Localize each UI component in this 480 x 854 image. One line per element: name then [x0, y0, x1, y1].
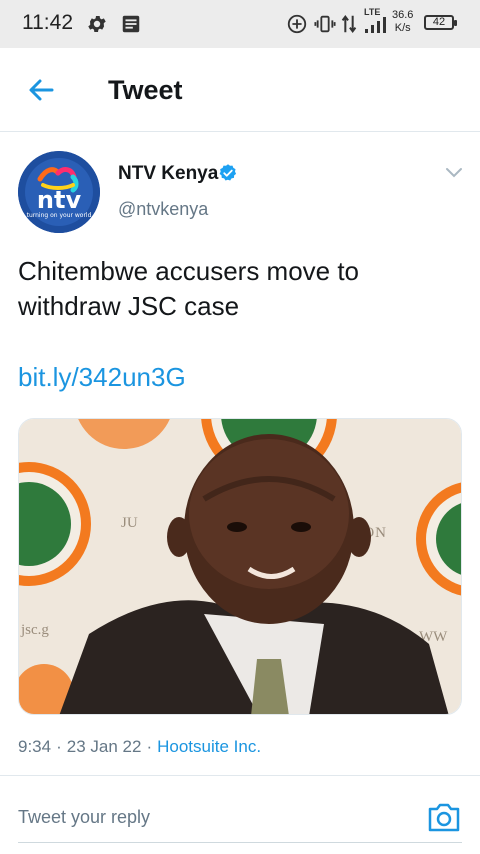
- battery-icon: 42: [424, 15, 457, 30]
- top-app-bar: Tweet: [0, 48, 480, 132]
- tweet-link[interactable]: bit.ly/342un3G: [18, 362, 186, 393]
- tweet-date: 23 Jan 22: [66, 737, 142, 756]
- svg-text:jsc.g: jsc.g: [20, 622, 49, 638]
- arrow-left-icon[interactable]: [22, 72, 62, 108]
- network-speed: 36.6 K/s: [392, 9, 414, 34]
- status-bar: 11:42 LTE 36.6 K/s 42: [0, 0, 480, 48]
- vibrate-icon: [314, 15, 336, 33]
- network-type: LTE: [364, 7, 381, 17]
- tweet-media-image[interactable]: MMISSION JU jsc.g WW: [18, 418, 462, 715]
- svg-text:JU: JU: [121, 515, 138, 531]
- tweet-source[interactable]: Hootsuite Inc.: [157, 737, 261, 756]
- camera-icon[interactable]: [426, 800, 462, 834]
- add-circle-icon: [287, 14, 307, 34]
- chevron-down-icon[interactable]: [444, 164, 464, 180]
- page-title: Tweet: [108, 75, 183, 105]
- tweet-text: Chitembwe accusers move to withdraw JSC …: [18, 256, 360, 321]
- tweet-meta: 9:34 · 23 Jan 22 · Hootsuite Inc.: [18, 737, 262, 756]
- message-icon: [122, 15, 140, 33]
- reply-underline: [18, 842, 462, 843]
- tweet-time: 9:34: [18, 737, 52, 756]
- author-name[interactable]: NTV Kenya: [118, 163, 218, 185]
- status-time: 11:42: [22, 11, 73, 34]
- avatar[interactable]: ntv turning on your world: [18, 151, 100, 233]
- data-transfer-icon: [341, 14, 357, 34]
- settings-gear-icon: [88, 16, 106, 32]
- signal-icon: [365, 17, 386, 33]
- divider: [0, 775, 480, 776]
- avatar-logo-text: ntv: [37, 186, 82, 214]
- ntv-logo: ntv turning on your world: [18, 151, 100, 233]
- avatar-tagline: turning on your world: [27, 212, 92, 219]
- media-photo: MMISSION JU jsc.g WW: [19, 419, 461, 714]
- verified-badge-icon: [219, 164, 237, 181]
- reply-input[interactable]: [18, 800, 418, 834]
- author-handle[interactable]: @ntvkenya: [118, 199, 208, 220]
